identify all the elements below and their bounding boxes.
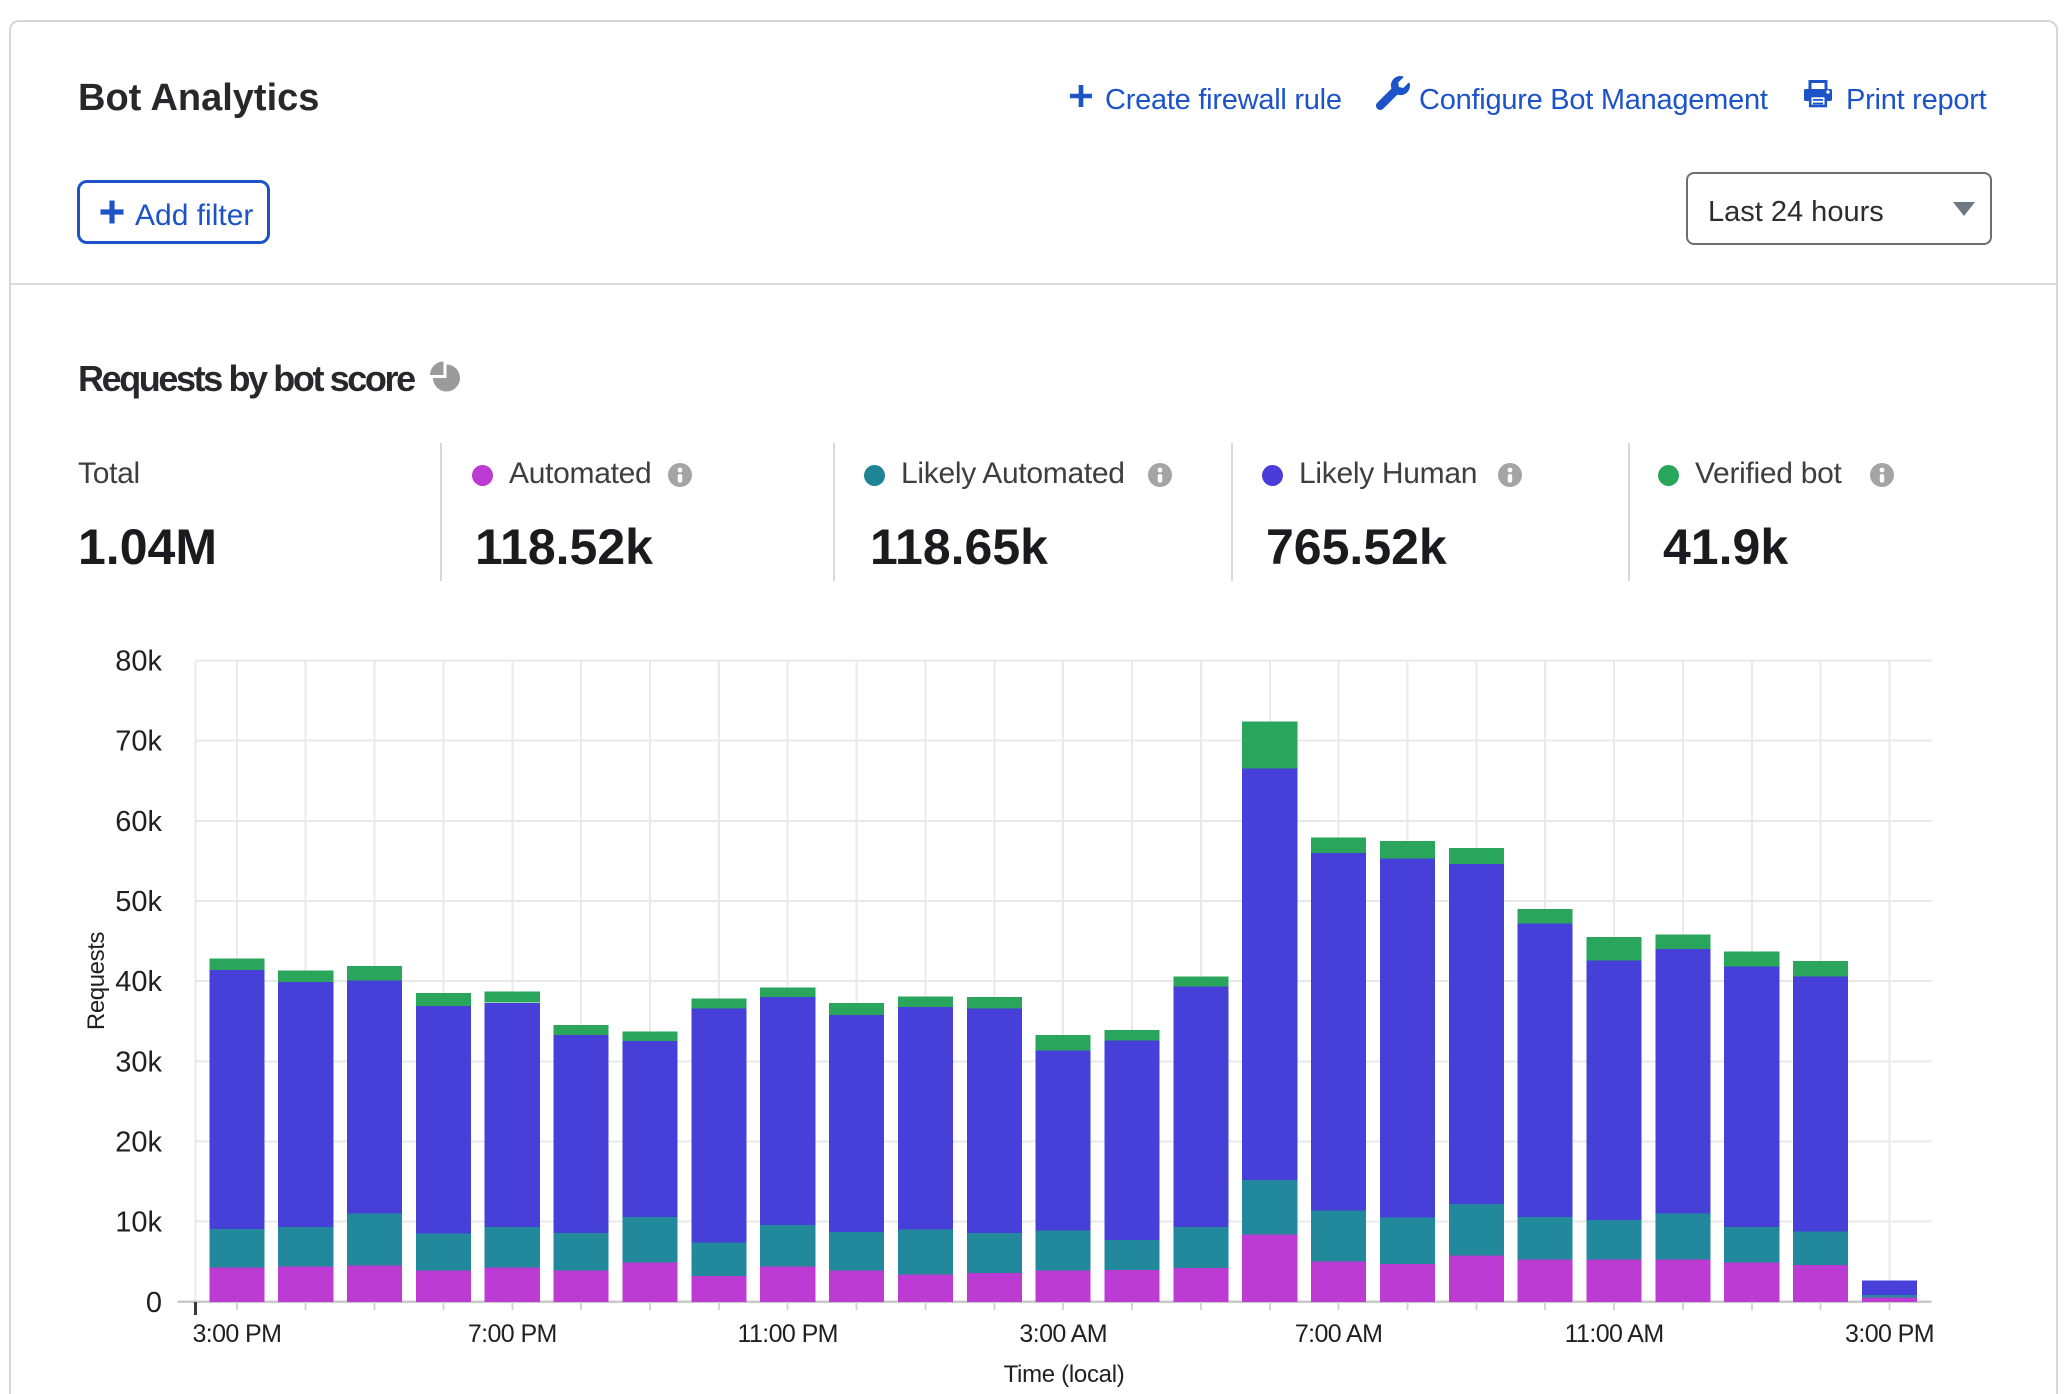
svg-text:3:00 AM: 3:00 AM [1019,1320,1107,1348]
svg-text:7:00 AM: 7:00 AM [1295,1320,1383,1348]
svg-text:20k: 20k [115,1127,162,1159]
svg-text:Requests: Requests [83,932,110,1031]
svg-text:3:00 PM: 3:00 PM [1845,1320,1934,1348]
svg-text:3:00 PM: 3:00 PM [192,1320,281,1348]
svg-text:30k: 30k [115,1046,162,1078]
svg-text:40k: 40k [115,966,162,998]
svg-text:80k: 80k [115,645,162,677]
svg-text:Time (local): Time (local) [1004,1361,1125,1388]
svg-text:50k: 50k [115,886,162,918]
svg-text:10k: 10k [115,1207,162,1239]
svg-text:0: 0 [146,1287,162,1319]
svg-text:7:00 PM: 7:00 PM [468,1320,557,1348]
svg-text:60k: 60k [115,806,162,838]
svg-text:70k: 70k [115,726,162,758]
svg-text:11:00 PM: 11:00 PM [738,1320,838,1348]
svg-text:11:00 AM: 11:00 AM [1565,1320,1664,1348]
